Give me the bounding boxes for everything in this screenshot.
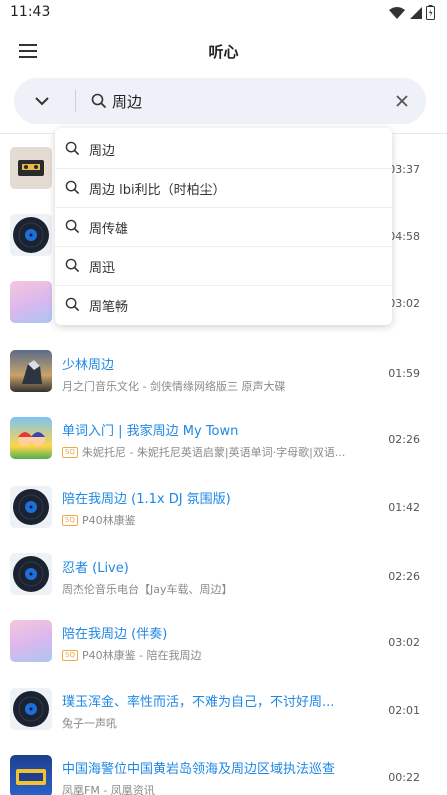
search-icon <box>65 141 80 156</box>
suggestion-item[interactable]: 周传雄 <box>55 207 392 246</box>
search-icon <box>65 219 80 234</box>
clear-icon[interactable] <box>394 93 410 109</box>
track-duration: 02:26 <box>388 433 420 446</box>
track-duration: 03:02 <box>388 297 420 310</box>
track-title: 中国海警位中国黄岩岛领海及周边区域执法巡查 <box>62 762 336 777</box>
kids-cover-thumbnail <box>10 417 52 459</box>
search-bar <box>14 78 426 124</box>
track-subtitle: SQ 朱妮托尼 - 朱妮托尼英语启蒙|英语单词·字母歌|双语... <box>62 444 372 460</box>
vinyl-thumbnail <box>10 486 52 528</box>
status-bar: 11:43 <box>0 0 447 26</box>
battery-icon <box>426 5 435 20</box>
suggestion-text: 周传雄 <box>89 222 129 237</box>
vinyl-thumbnail <box>10 688 52 730</box>
track-title: 陪在我周边 (1.1x DJ 氛围版) <box>62 492 231 507</box>
track-subtitle: SQ P40林康鉴 - 陪在我周边 <box>62 647 372 663</box>
chevron-down-icon[interactable] <box>32 91 52 111</box>
track-row[interactable]: 少林周边 月之门音乐文化 - 剑侠情缘网络版三 原声大碟 01:59 <box>0 335 447 402</box>
track-row[interactable]: 忍者 (Live) 周杰伦音乐电台【Jay车载、周边】 02:26 <box>0 536 447 603</box>
app-bar: 听心 <box>0 26 447 76</box>
track-title: 陪在我周边 (伴奏) <box>62 627 168 642</box>
track-subtitle: 兔子一声吼 <box>62 717 117 730</box>
track-subtitle: 凤凰FM - 凤凰资讯 <box>62 784 155 795</box>
signal-icon <box>410 6 422 19</box>
vinyl-thumbnail <box>10 214 52 256</box>
search-icon <box>91 93 107 109</box>
suggestion-item[interactable]: 周迅 <box>55 246 392 285</box>
track-artist: P40林康鉴 <box>81 514 136 527</box>
track-row[interactable]: 单词入门 | 我家周边 My Town SQ 朱妮托尼 - 朱妮托尼英语启蒙|英语… <box>0 402 447 469</box>
status-icons <box>389 5 435 20</box>
track-duration: 03:37 <box>388 163 420 176</box>
search-suggestions: 周边 周边 lbi利比（时柏尘） 周传雄 周迅 周笔畅 <box>55 128 392 325</box>
track-title: 单词入门 | 我家周边 My Town <box>62 424 239 439</box>
track-duration: 00:22 <box>388 771 420 784</box>
pink-cover-thumbnail <box>10 620 52 662</box>
track-title: 忍者 (Live) <box>62 561 129 576</box>
track-subtitle: 周杰伦音乐电台【Jay车载、周边】 <box>62 583 233 596</box>
track-row[interactable]: 陪在我周边 (1.1x DJ 氛围版) SQ P40林康鉴 01:42 <box>0 469 447 536</box>
page-title: 听心 <box>208 43 239 61</box>
track-row[interactable]: 璞玉浑金、率性而活，不难为自己，不讨好周... 兔子一声吼 02:01 <box>0 670 447 737</box>
suggestion-item[interactable]: 周边 lbi利比（时柏尘） <box>55 168 392 207</box>
sq-badge: SQ <box>62 447 78 458</box>
track-duration: 01:42 <box>388 501 420 514</box>
wifi-icon <box>389 6 405 19</box>
sq-badge: SQ <box>62 650 78 661</box>
armor-cover-thumbnail <box>10 350 52 392</box>
cassette-thumbnail <box>10 147 52 189</box>
search-icon <box>65 297 80 312</box>
track-title: 少林周边 <box>62 358 115 373</box>
track-duration: 02:01 <box>388 704 420 717</box>
track-subtitle: SQ P40林康鉴 <box>62 512 372 528</box>
sq-badge: SQ <box>62 515 78 526</box>
search-icon <box>65 258 80 273</box>
suggestion-text: 周笔畅 <box>89 300 129 315</box>
suggestion-item[interactable]: 周笔畅 <box>55 285 392 324</box>
track-title: 璞玉浑金、率性而活，不难为自己，不讨好周... <box>62 695 335 710</box>
vinyl-thumbnail <box>10 553 52 595</box>
track-row[interactable]: 中国海警位中国黄岩岛领海及周边区域执法巡查 凤凰FM - 凤凰资讯 00:22 <box>0 737 447 795</box>
track-duration: 03:02 <box>388 636 420 649</box>
status-time: 11:43 <box>10 4 51 20</box>
search-input[interactable] <box>112 89 392 113</box>
track-artist: P40林康鉴 - 陪在我周边 <box>81 649 202 662</box>
track-duration: 04:58 <box>388 230 420 243</box>
search-divider <box>75 90 76 112</box>
search-icon <box>65 180 80 195</box>
suggestion-text: 周边 lbi利比（时柏尘） <box>89 183 226 198</box>
track-row[interactable]: 陪在我周边 (伴奏) SQ P40林康鉴 - 陪在我周边 03:02 <box>0 603 447 670</box>
track-artist: 朱妮托尼 - 朱妮托尼英语启蒙|英语单词·字母歌|双语... <box>81 446 346 459</box>
suggestion-text: 周迅 <box>89 261 116 276</box>
track-duration: 02:26 <box>388 570 420 583</box>
suggestion-text: 周边 <box>89 144 116 159</box>
news-cover-thumbnail <box>10 755 52 795</box>
suggestion-item[interactable]: 周边 <box>55 129 392 168</box>
pink-cover-thumbnail <box>10 281 52 323</box>
track-duration: 01:59 <box>388 367 420 380</box>
track-subtitle: 月之门音乐文化 - 剑侠情缘网络版三 原声大碟 <box>62 380 286 393</box>
